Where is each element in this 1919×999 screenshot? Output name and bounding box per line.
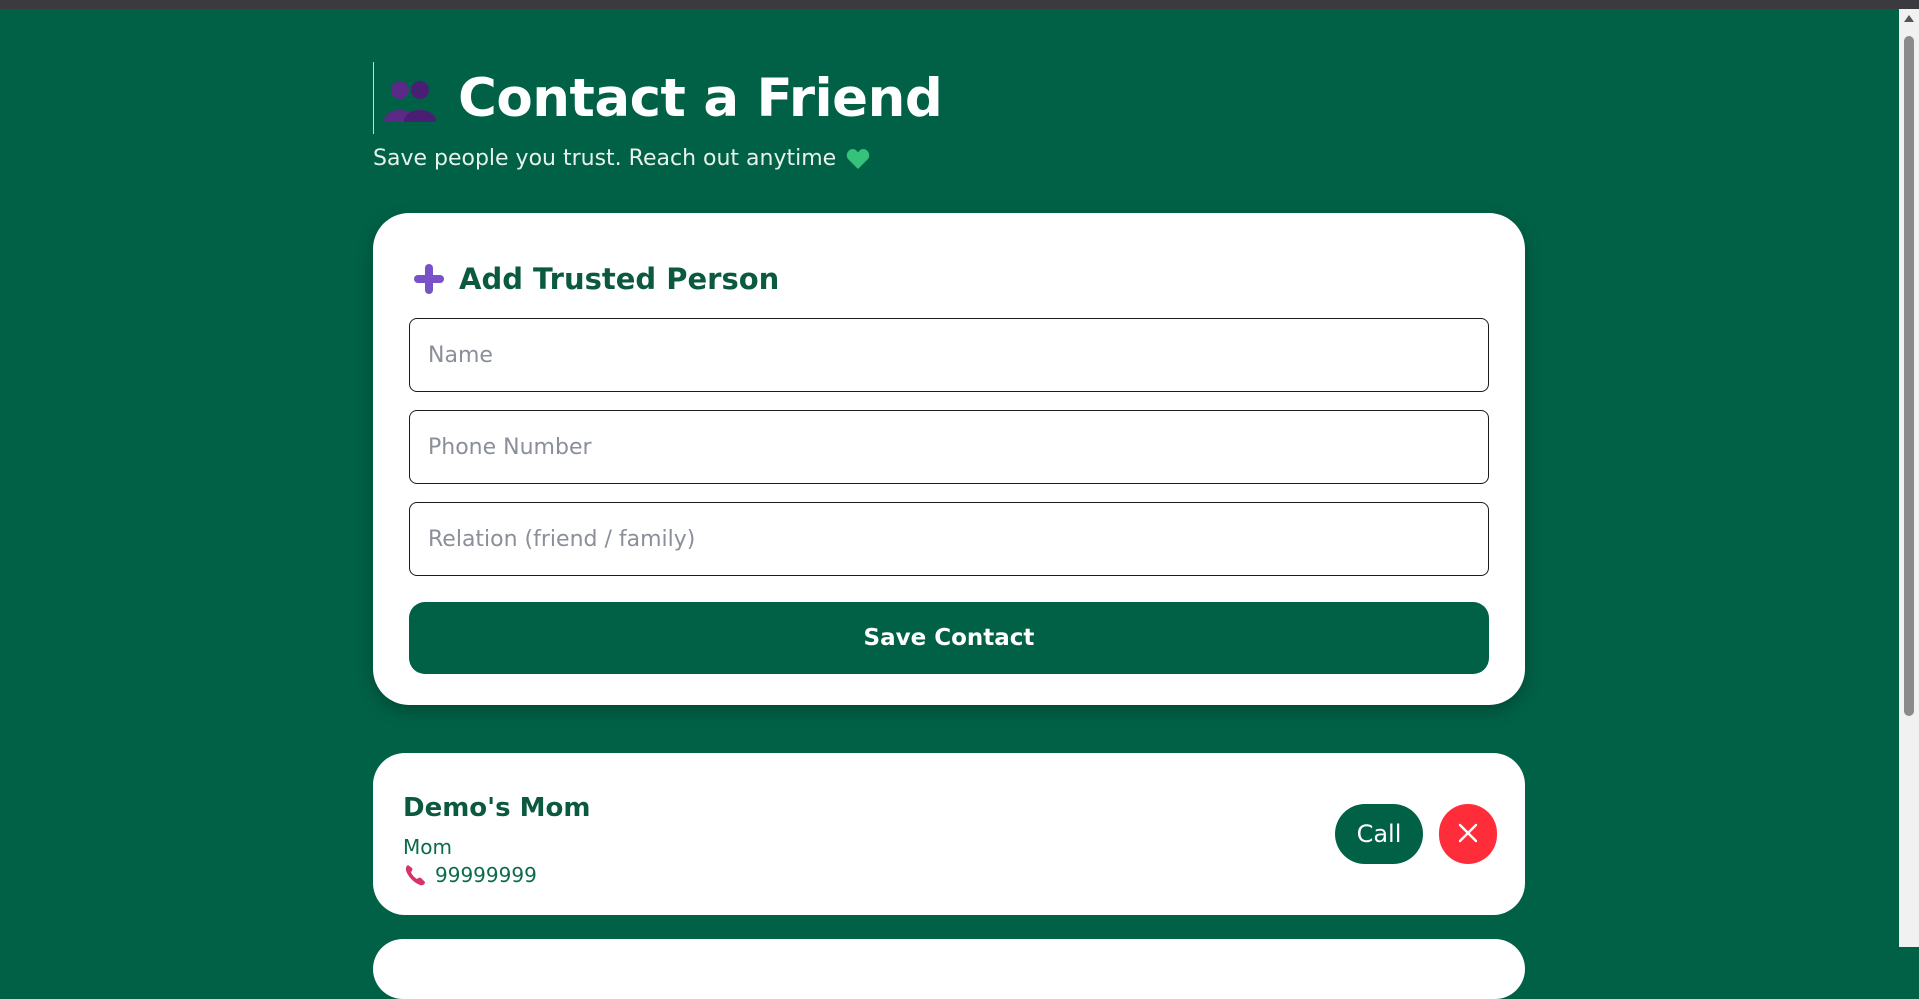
contact-card-partial [373, 939, 1525, 999]
plus-icon [413, 263, 445, 295]
phone-icon [403, 863, 427, 887]
page-title: Contact a Friend [458, 67, 943, 129]
delete-contact-button[interactable] [1439, 804, 1497, 864]
contact-card: Demo's Mom Mom 99999999 Call [373, 753, 1525, 915]
card-header: Add Trusted Person [413, 259, 779, 299]
green-heart-icon [846, 148, 870, 170]
scrollbar-thumb[interactable] [1904, 36, 1914, 716]
save-contact-button[interactable]: Save Contact [409, 602, 1489, 674]
contact-phone-row: 99999999 [403, 863, 537, 887]
scroll-up-arrow-icon[interactable] [1904, 15, 1914, 22]
contact-relation: Mom [403, 835, 452, 859]
vertical-scrollbar[interactable] [1899, 9, 1919, 947]
contact-phone-number: 99999999 [435, 863, 537, 887]
browser-top-bar [0, 0, 1919, 9]
phone-number-input[interactable] [409, 410, 1489, 484]
call-button[interactable]: Call [1335, 804, 1423, 864]
relation-input[interactable] [409, 502, 1489, 576]
contact-name: Demo's Mom [403, 793, 591, 823]
people-icon [380, 68, 440, 128]
card-title: Add Trusted Person [459, 262, 780, 296]
page-subtitle: Save people you trust. Reach out anytime [373, 146, 870, 171]
page-header: Contact a Friend [373, 62, 943, 134]
close-icon [1456, 821, 1480, 848]
subtitle-text: Save people you trust. Reach out anytime [373, 146, 837, 171]
name-input[interactable] [409, 318, 1489, 392]
add-contact-card: Add Trusted Person Save Contact [373, 213, 1525, 705]
